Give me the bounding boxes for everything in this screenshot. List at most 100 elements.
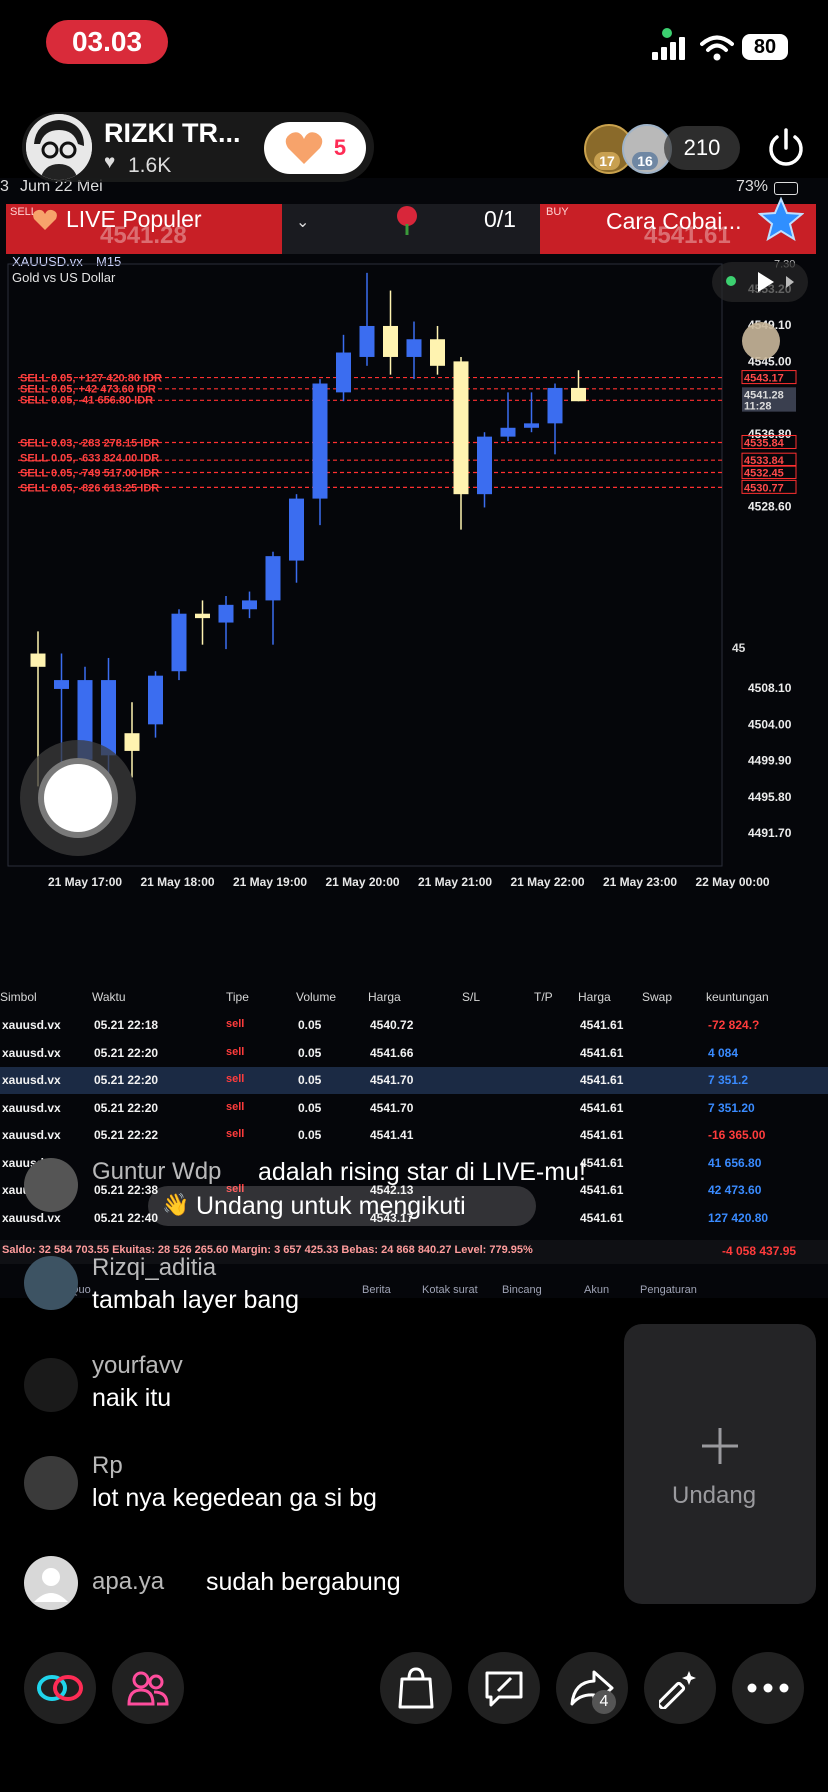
x-axis-label: 21 May 18:00	[141, 875, 215, 889]
table-row[interactable]: xauusd.vx 05.21 22:18 sell 0.05 4540.72 4541.…	[0, 1012, 828, 1039]
table-cell: xauusd.vx	[2, 1128, 61, 1142]
buy-label: BUY	[546, 206, 569, 218]
summary-total: -4 058 437.95	[722, 1244, 797, 1258]
collab-button[interactable]	[24, 1652, 96, 1724]
table-cell: sell	[226, 1073, 245, 1085]
floating-ball[interactable]	[742, 322, 780, 360]
gift-progress: 0/1	[484, 206, 516, 232]
embedded-left-edge: 3	[0, 178, 9, 195]
price-tag: 4532.45	[744, 467, 784, 479]
table-cell: sell	[226, 1128, 245, 1140]
comment-row[interactable]: Rp lot nya kegedean ga si bg	[22, 1452, 622, 1516]
table-row[interactable]: xauusd.vx 05.21 22:22 sell 0.05 4541.41 4541.…	[0, 1122, 828, 1149]
wifi-icon	[700, 35, 734, 61]
column-header[interactable]: Swap	[642, 990, 672, 1004]
comment-avatar[interactable]	[24, 1556, 78, 1610]
comment-avatar[interactable]	[24, 1256, 78, 1310]
power-icon[interactable]	[764, 126, 808, 170]
effects-button[interactable]	[644, 1652, 716, 1724]
comment-row[interactable]: Rizqi_aditia tambah layer bang	[22, 1254, 622, 1318]
invite-follow-label: Undang untuk mengikuti	[196, 1192, 466, 1220]
candle-body	[289, 498, 304, 561]
column-header[interactable]: S/L	[462, 990, 480, 1004]
candle-body	[359, 325, 375, 357]
sell-line-label: SELL 0.03, -283 278.15 IDR	[20, 437, 159, 449]
column-header[interactable]: Simbol	[0, 990, 37, 1004]
table-row[interactable]: xauusd.vx 05.21 22:20 sell 0.05 4541.70 4541.…	[0, 1067, 828, 1094]
more-button[interactable]	[732, 1652, 804, 1724]
comment-author: apa.ya	[92, 1568, 165, 1595]
y-axis-label: 4508.10	[748, 681, 792, 695]
candle-body	[547, 387, 563, 424]
host-avatar[interactable]	[26, 114, 92, 180]
table-cell: 05.21 22:18	[94, 1018, 159, 1032]
embedded-battery-icon	[774, 182, 798, 195]
candle-body	[148, 675, 163, 725]
profit-cell: -16 365.00	[708, 1128, 766, 1142]
assistive-touch-button[interactable]	[20, 740, 136, 856]
table-row[interactable]: xauusd.vx 05.21 22:20 sell 0.05 4541.66 4541.…	[0, 1040, 828, 1067]
column-header[interactable]: Volume	[296, 990, 336, 1004]
rose-gift-icon[interactable]	[392, 204, 422, 236]
table-cell: 0.05	[298, 1018, 322, 1032]
x-axis-label: 21 May 23:00	[603, 875, 677, 889]
star-icon[interactable]	[758, 196, 804, 242]
guests-button[interactable]	[112, 1652, 184, 1724]
table-row[interactable]: xauusd.vx 05.21 22:20 sell 0.05 4541.70 4541.…	[0, 1095, 828, 1122]
comment-author: Guntur Wdp	[92, 1158, 222, 1185]
candle-body	[430, 339, 445, 366]
sell-line-label: SELL 0.05, -749 517.00 IDR	[20, 467, 159, 479]
battery-icon: 80	[742, 34, 788, 60]
column-header[interactable]: Harga	[368, 990, 401, 1004]
candle-body	[171, 613, 187, 672]
candle-body	[30, 653, 46, 667]
viewer-badge-1: 17	[594, 152, 620, 170]
column-header[interactable]: Tipe	[226, 990, 249, 1004]
comment-edit-button[interactable]	[468, 1652, 540, 1724]
like-button[interactable]: 5	[264, 122, 366, 174]
mt-nav-item[interactable]: Pengaturan	[640, 1284, 697, 1296]
embedded-trading-screen: 3 Jum 22 Mei 73% SELL 4541.28 BUY 4541.6…	[0, 178, 828, 1298]
wave-icon: 👋	[162, 1192, 190, 1217]
share-count: 4	[592, 1690, 616, 1714]
chevron-down-icon[interactable]: ⌄	[296, 212, 309, 232]
comment-avatar[interactable]	[24, 1456, 78, 1510]
shop-button[interactable]	[380, 1652, 452, 1724]
comment-author: Rp	[92, 1452, 123, 1479]
table-cell: xauusd.vx	[2, 1045, 61, 1060]
comment-row[interactable]: apa.ya sudah bergabung	[22, 1554, 622, 1618]
column-header[interactable]: Harga	[578, 990, 611, 1004]
table-cell: 0.05	[298, 1128, 322, 1142]
candle-body	[312, 383, 328, 499]
column-header[interactable]: T/P	[534, 990, 553, 1004]
invite-follow-button[interactable]: 👋 Undang untuk mengikuti	[148, 1186, 536, 1226]
cara-cobai-label: Cara Cobai...	[606, 208, 742, 234]
x-axis-label: 21 May 17:00	[48, 875, 122, 889]
price-tag: 4530.77	[744, 482, 784, 494]
x-axis-label: 21 May 20:00	[326, 875, 400, 889]
x-axis-label: 21 May 22:00	[511, 875, 585, 889]
profit-cell: 7 351.20	[708, 1100, 755, 1115]
people-icon	[127, 1671, 169, 1706]
table-cell: 05.21 22:20	[94, 1045, 159, 1060]
x-axis-label: 21 May 21:00	[418, 875, 492, 889]
invite-card[interactable]: Undang	[624, 1324, 816, 1604]
candle-body	[101, 680, 116, 756]
column-header[interactable]: Waktu	[92, 990, 126, 1004]
sell-line-label: SELL 0.05, -41 656.80 IDR	[20, 395, 153, 407]
pip-control[interactable]	[712, 262, 808, 302]
comment-avatar[interactable]	[24, 1158, 78, 1212]
price-tag: 4543.17	[744, 373, 784, 385]
live-populer-label: LIVE Populer	[66, 206, 202, 232]
table-cell: 4541.61	[580, 1100, 624, 1115]
table-header: Simbol Waktu Tipe Volume Harga S/L T/P Harga Swa…	[0, 986, 828, 1010]
comment-row[interactable]: yourfavv naik itu	[22, 1352, 622, 1416]
share-button[interactable]: 4	[556, 1652, 628, 1724]
column-header[interactable]: keuntungan	[706, 990, 769, 1004]
invite-label: Undang	[672, 1482, 757, 1509]
table-cell: sell	[226, 1018, 245, 1030]
viewer-count[interactable]: 210	[664, 126, 740, 170]
live-populer-pill[interactable]: LIVE Populer	[20, 200, 270, 240]
table-cell: xauusd.vx	[2, 1100, 61, 1115]
comment-avatar[interactable]	[24, 1358, 78, 1412]
